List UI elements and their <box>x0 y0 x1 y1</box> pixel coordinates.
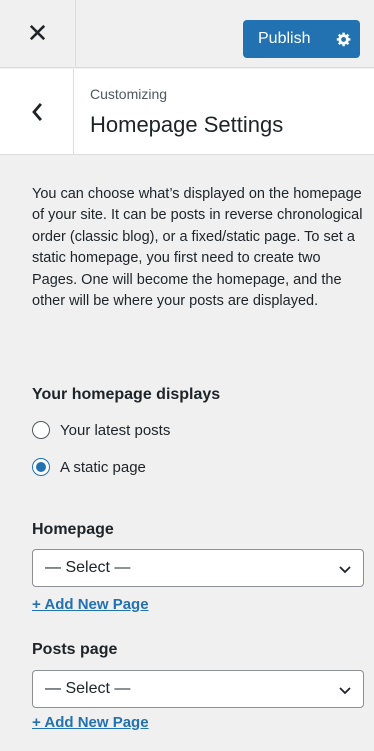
radio-button[interactable] <box>32 458 50 476</box>
posts-page-label: Posts page <box>32 641 118 658</box>
chevron-down-icon <box>339 687 351 695</box>
homepage-displays-label: Your homepage displays <box>32 386 221 403</box>
section-header: Customizing Homepage Settings <box>0 69 374 155</box>
radio-label: Your latest posts <box>60 421 171 439</box>
homepage-label: Homepage <box>32 521 114 538</box>
radio-static-page[interactable]: A static page <box>32 458 146 476</box>
add-new-posts-page-link[interactable]: + Add New Page <box>32 714 149 731</box>
radio-label: A static page <box>60 458 146 476</box>
radio-button[interactable] <box>32 421 50 439</box>
posts-page-select-value: — Select — <box>45 680 131 697</box>
add-new-homepage-link[interactable]: + Add New Page <box>32 596 149 613</box>
publish-button[interactable]: Publish <box>243 30 328 48</box>
back-button[interactable] <box>0 69 74 155</box>
homepage-select[interactable]: — Select — <box>32 549 364 587</box>
posts-page-select[interactable]: — Select — <box>32 670 364 708</box>
radio-latest-posts[interactable]: Your latest posts <box>32 421 170 439</box>
chevron-down-icon <box>339 566 351 574</box>
publish-settings-button[interactable] <box>328 20 360 58</box>
gear-icon <box>336 32 351 47</box>
homepage-select-value: — Select — <box>45 559 131 576</box>
customizer-header: ✕ Publish <box>0 0 374 68</box>
publish-button-group: Publish <box>243 20 360 58</box>
close-button[interactable]: ✕ <box>0 0 76 68</box>
breadcrumb: Customizing <box>90 86 168 102</box>
chevron-left-icon <box>31 103 42 121</box>
homepage-description: You can choose what’s displayed on the h… <box>32 186 363 310</box>
close-icon: ✕ <box>26 19 49 49</box>
page-title: Homepage Settings <box>90 112 284 137</box>
